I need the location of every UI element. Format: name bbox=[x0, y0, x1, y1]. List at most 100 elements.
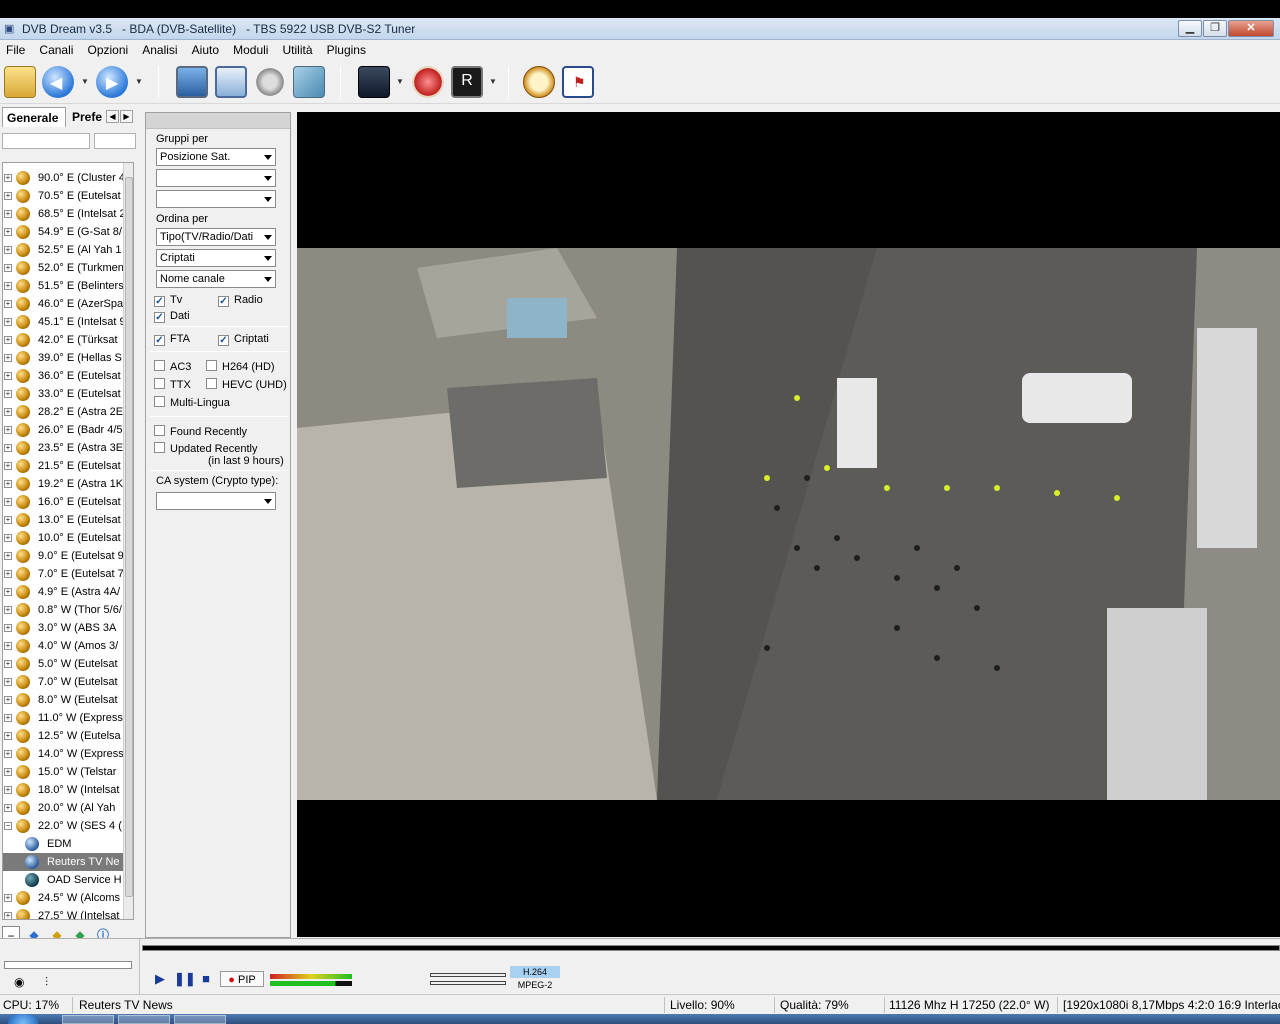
menu-analisi[interactable]: Analisi bbox=[136, 40, 182, 57]
found-recently-checkbox[interactable]: Found Recently bbox=[154, 425, 247, 438]
dati-checkbox[interactable]: ✓ Dati bbox=[154, 310, 190, 323]
ac3-checkbox[interactable]: AC3 bbox=[154, 360, 191, 373]
scrollbar-thumb[interactable] bbox=[125, 177, 133, 897]
expand-toggle-icon[interactable]: + bbox=[4, 804, 12, 812]
expand-toggle-icon[interactable]: + bbox=[4, 390, 12, 398]
expand-toggle-icon[interactable]: + bbox=[4, 174, 12, 182]
video-frame[interactable] bbox=[297, 248, 1280, 800]
satellite-item[interactable]: +13.0° E (Eutelsat bbox=[3, 511, 123, 529]
satellite-item[interactable]: +4.0° W (Amos 3/ bbox=[3, 637, 123, 655]
record-dropdown-icon[interactable]: ▼ bbox=[396, 77, 404, 86]
close-button[interactable]: ✕ bbox=[1228, 20, 1274, 37]
expand-toggle-icon[interactable]: + bbox=[4, 696, 12, 704]
satellite-item[interactable]: +15.0° W (Telstar bbox=[3, 763, 123, 781]
map-icon[interactable] bbox=[293, 66, 325, 98]
satellite-item[interactable]: − 22.0° W (SES 4 ( bbox=[3, 817, 123, 835]
audio-icon[interactable]: ◉ bbox=[14, 975, 24, 989]
tree-scrollbar[interactable] bbox=[123, 163, 133, 919]
tv-checkbox[interactable]: ✓ Tv bbox=[154, 294, 182, 307]
forward-dropdown-icon[interactable]: ▼ bbox=[135, 77, 143, 86]
stop-record-icon[interactable] bbox=[412, 66, 444, 98]
expand-toggle-icon[interactable]: + bbox=[4, 282, 12, 290]
expand-toggle-icon[interactable]: + bbox=[4, 354, 12, 362]
menu-canali[interactable]: Canali bbox=[33, 40, 78, 57]
ca-system-select[interactable] bbox=[156, 492, 276, 510]
video-area[interactable] bbox=[297, 112, 1280, 937]
search-input-2[interactable] bbox=[94, 133, 136, 149]
expand-toggle-icon[interactable]: + bbox=[4, 246, 12, 254]
satellite-item[interactable]: +12.5° W (Eutelsa bbox=[3, 727, 123, 745]
taskbar-item[interactable] bbox=[62, 1015, 114, 1024]
expand-toggle-icon[interactable]: + bbox=[4, 228, 12, 236]
satellite-item[interactable]: +39.0° E (Hellas S bbox=[3, 349, 123, 367]
expand-toggle-icon[interactable]: + bbox=[4, 912, 12, 919]
expand-toggle-icon[interactable]: + bbox=[4, 480, 12, 488]
satellite-item[interactable]: +18.0° W (Intelsat bbox=[3, 781, 123, 799]
satellite-item[interactable]: +11.0° W (Express bbox=[3, 709, 123, 727]
monitor-icon[interactable] bbox=[176, 66, 208, 98]
pause-icon[interactable]: ❚❚ bbox=[174, 971, 196, 987]
satellite-item[interactable]: +24.5° W (Alcoms bbox=[3, 889, 123, 907]
satellite-item[interactable]: +16.0° E (Eutelsat bbox=[3, 493, 123, 511]
menu-opzioni[interactable]: Opzioni bbox=[82, 40, 134, 57]
satellite-item[interactable]: +52.0° E (Turkmen bbox=[3, 259, 123, 277]
r-icon[interactable]: R bbox=[451, 66, 483, 98]
expand-toggle-icon[interactable]: + bbox=[4, 714, 12, 722]
expand-toggle-icon[interactable]: + bbox=[4, 444, 12, 452]
gruppi-select[interactable]: Posizione Sat. bbox=[156, 148, 276, 166]
stop-icon[interactable]: ■ bbox=[198, 971, 214, 987]
satellite-item[interactable]: +54.9° E (G-Sat 8/ bbox=[3, 223, 123, 241]
expand-toggle-icon[interactable]: + bbox=[4, 552, 12, 560]
expand-toggle-icon[interactable]: + bbox=[4, 624, 12, 632]
tab-left-arrow-icon[interactable]: ◀ bbox=[106, 110, 119, 123]
start-button[interactable] bbox=[8, 1014, 38, 1024]
menu-plugins[interactable]: Plugins bbox=[321, 40, 371, 57]
open-folder-icon[interactable] bbox=[4, 66, 36, 98]
window-icon[interactable] bbox=[215, 66, 247, 98]
epg-icon[interactable]: ⚑ bbox=[562, 66, 594, 98]
satellite-item[interactable]: +42.0° E (Türksat bbox=[3, 331, 123, 349]
satellite-item[interactable]: +7.0° W (Eutelsat bbox=[3, 673, 123, 691]
forward-icon[interactable]: ▶ bbox=[96, 66, 128, 98]
h264-checkbox[interactable]: H264 (HD) bbox=[206, 360, 275, 373]
expand-toggle-icon[interactable]: + bbox=[4, 336, 12, 344]
record-icon[interactable] bbox=[358, 66, 390, 98]
expand-toggle-icon[interactable]: + bbox=[4, 498, 12, 506]
ttx-checkbox[interactable]: TTX bbox=[154, 378, 191, 391]
expand-toggle-icon[interactable]: + bbox=[4, 642, 12, 650]
expand-toggle-icon[interactable]: + bbox=[4, 516, 12, 524]
satellite-item[interactable]: +9.0° E (Eutelsat 9 bbox=[3, 547, 123, 565]
satellite-item[interactable]: +70.5° E (Eutelsat bbox=[3, 187, 123, 205]
radio-checkbox[interactable]: ✓ Radio bbox=[218, 294, 263, 307]
expand-toggle-icon[interactable]: + bbox=[4, 210, 12, 218]
updated-recently-checkbox[interactable]: Updated Recently bbox=[154, 442, 257, 455]
satellite-item[interactable]: +7.0° E (Eutelsat 7 bbox=[3, 565, 123, 583]
channel-item[interactable]: Reuters TV Ne bbox=[3, 853, 123, 871]
menu-moduli[interactable]: Moduli bbox=[227, 40, 273, 57]
gruppi-select-2[interactable] bbox=[156, 169, 276, 187]
multilingua-checkbox[interactable]: Multi-Lingua bbox=[154, 396, 230, 409]
expand-toggle-icon[interactable]: + bbox=[4, 786, 12, 794]
subtitle-icon[interactable]: ⫶ bbox=[45, 975, 48, 990]
expand-toggle-icon[interactable]: + bbox=[4, 606, 12, 614]
menu-aiuto[interactable]: Aiuto bbox=[186, 40, 224, 57]
expand-toggle-icon[interactable]: + bbox=[4, 534, 12, 542]
expand-toggle-icon[interactable]: + bbox=[4, 408, 12, 416]
expand-toggle-icon[interactable]: + bbox=[4, 894, 12, 902]
expand-toggle-icon[interactable]: + bbox=[4, 426, 12, 434]
ordina-select-1[interactable]: Tipo(TV/Radio/Dati bbox=[156, 228, 276, 246]
channel-item[interactable]: EDM bbox=[3, 835, 123, 853]
satellite-item[interactable]: +51.5° E (Belinters bbox=[3, 277, 123, 295]
satellite-item[interactable]: +46.0° E (AzerSpa bbox=[3, 295, 123, 313]
satellite-item[interactable]: +68.5° E (Intelsat 2 bbox=[3, 205, 123, 223]
satellite-item[interactable]: +0.8° W (Thor 5/6/ bbox=[3, 601, 123, 619]
expand-toggle-icon[interactable]: + bbox=[4, 678, 12, 686]
expand-toggle-icon[interactable]: + bbox=[4, 462, 12, 470]
satellite-item[interactable]: +10.0° E (Eutelsat bbox=[3, 529, 123, 547]
satellite-item[interactable]: +8.0° W (Eutelsat bbox=[3, 691, 123, 709]
r-dropdown-icon[interactable]: ▼ bbox=[489, 77, 497, 86]
expand-toggle-icon[interactable]: + bbox=[4, 660, 12, 668]
tab-preferiti[interactable]: Prefe bbox=[67, 107, 105, 127]
tab-right-arrow-icon[interactable]: ▶ bbox=[120, 110, 133, 123]
satellite-item[interactable]: +21.5° E (Eutelsat bbox=[3, 457, 123, 475]
